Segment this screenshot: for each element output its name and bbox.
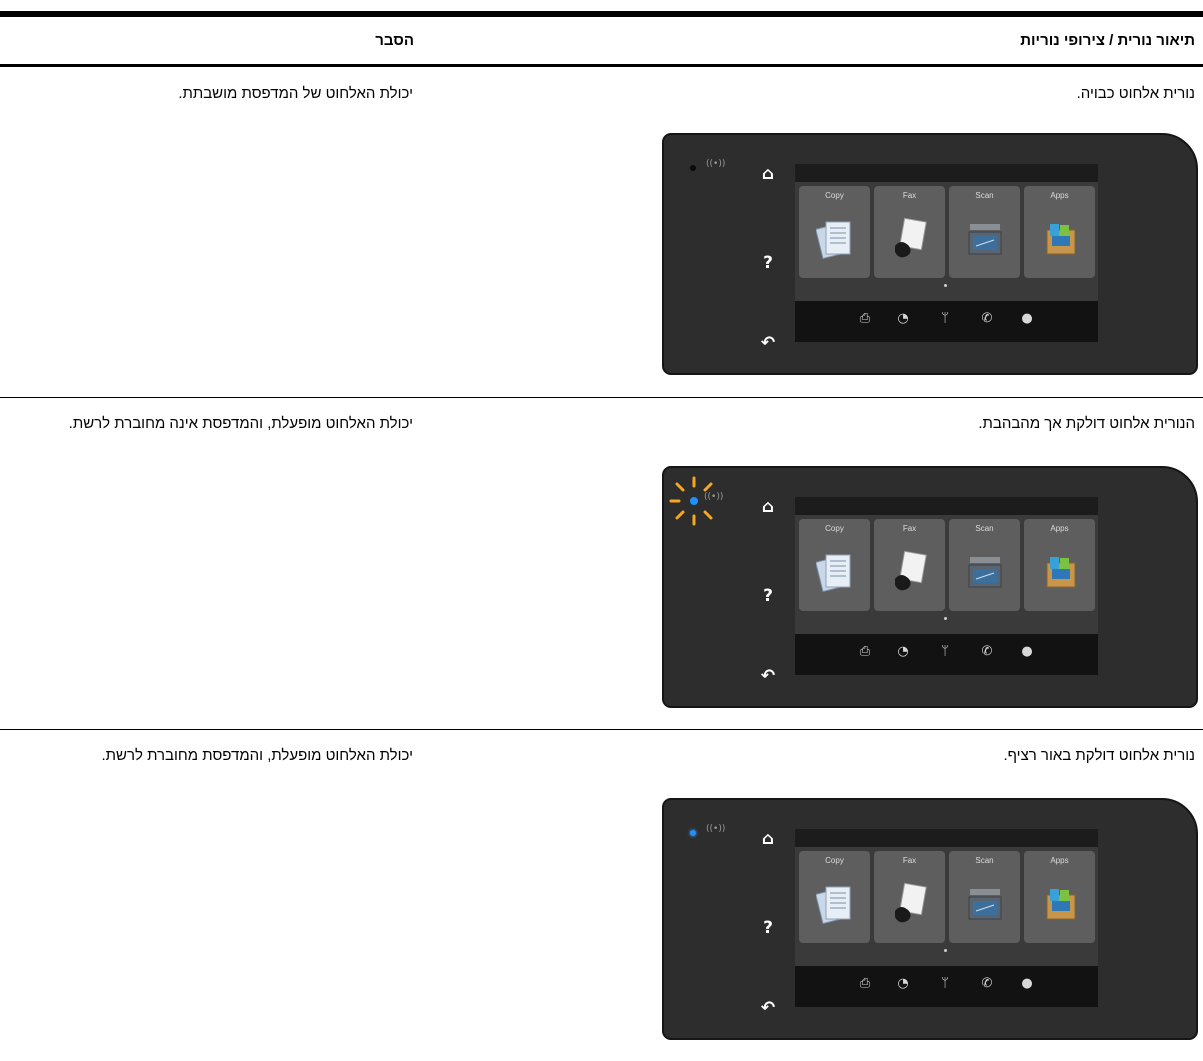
- tile-apps: Apps: [1024, 851, 1095, 943]
- tile-apps: Apps: [1024, 519, 1095, 611]
- tile-apps-label: Apps: [1050, 524, 1069, 533]
- panel-screen: Copy Fax Scan Apps ⎙ ◔ ᛘ ✆ ●: [795, 497, 1098, 675]
- web-services-icon: ◔: [897, 976, 909, 991]
- copy-icon: [816, 554, 851, 593]
- help-icon: ?: [763, 918, 773, 938]
- row-2-description: הנורית אלחוט דולקת אך מהבהבת.: [978, 415, 1195, 432]
- printer-panel-wireless-blinking: ((•)) ⌂ ? ↶ Copy Fax Scan Apps ⎙ ◔ ᛘ ✆ ●: [662, 466, 1198, 708]
- page-indicator: [944, 949, 947, 952]
- printer-panel-wireless-on: ((•)) ⌂ ? ↶ Copy Fax Scan Apps ⎙ ◔ ᛘ ✆ ●: [662, 798, 1198, 1040]
- tile-copy-label: Copy: [825, 524, 844, 533]
- tile-fax: Fax: [874, 519, 945, 611]
- row-3-explanation: יכולת האלחוט מופעלת, והמדפסת מחוברת לרשת…: [101, 747, 414, 764]
- help-icon: ?: [763, 586, 773, 606]
- tile-scan-label: Scan: [975, 856, 994, 865]
- web-services-icon: ◔: [897, 644, 909, 659]
- table-header: תיאור נורית / צירופי נוריות הסבר: [0, 17, 1203, 65]
- scan-icon: [968, 889, 1002, 920]
- back-icon: ↶: [760, 333, 776, 353]
- row-divider-2: [0, 729, 1203, 730]
- tile-fax-label: Fax: [902, 191, 917, 200]
- screen-dashboard: ⎙ ◔ ᛘ ✆ ●: [795, 634, 1098, 675]
- row-2-explanation: יכולת האלחוט מופעלת, והמדפסת אינה מחוברת…: [68, 415, 413, 432]
- phone-icon: ✆: [981, 311, 993, 326]
- ink-drop-icon: ●: [1021, 976, 1033, 991]
- web-services-icon: ◔: [897, 311, 909, 326]
- header-description: תיאור נורית / צירופי נוריות: [1020, 32, 1195, 49]
- header-explanation: הסבר: [375, 32, 414, 49]
- tile-copy: Copy: [799, 851, 870, 943]
- fax-icon: [895, 882, 927, 923]
- tile-scan: Scan: [949, 851, 1020, 943]
- tile-copy: Copy: [799, 186, 870, 278]
- tile-copy-label: Copy: [825, 191, 844, 200]
- back-icon: ↶: [760, 666, 776, 686]
- tile-fax-label: Fax: [902, 524, 917, 533]
- phone-icon: ✆: [981, 976, 993, 991]
- fax-icon: [895, 550, 927, 591]
- screen-dashboard: ⎙ ◔ ᛘ ✆ ●: [795, 966, 1098, 1007]
- row-divider-1: [0, 397, 1203, 398]
- tile-fax-label: Fax: [902, 856, 917, 865]
- tile-scan-label: Scan: [975, 524, 994, 533]
- tile-scan: Scan: [949, 519, 1020, 611]
- apps-icon: [1046, 557, 1076, 588]
- fax-icon: [895, 217, 927, 258]
- tile-fax: Fax: [874, 851, 945, 943]
- page-indicator: [944, 284, 947, 287]
- ink-drop-icon: ●: [1021, 311, 1033, 326]
- screen-status-bar: [795, 829, 1098, 847]
- phone-icon: ✆: [981, 644, 993, 659]
- scan-icon: [968, 224, 1002, 255]
- tile-apps: Apps: [1024, 186, 1095, 278]
- wireless-icon: ((•)): [704, 492, 724, 502]
- screen-dashboard: ⎙ ◔ ᛘ ✆ ●: [795, 301, 1098, 342]
- wireless-icon: ᛘ: [941, 976, 949, 991]
- back-icon: ↶: [760, 998, 776, 1018]
- row-1-description: נורית אלחוט כבויה.: [1076, 85, 1195, 102]
- wireless-led-off: [690, 165, 696, 171]
- scan-icon: [968, 557, 1002, 588]
- wireless-icon: ᛘ: [941, 644, 949, 659]
- help-icon: ?: [763, 253, 773, 273]
- row-1-explanation: יכולת האלחוט של המדפסת מושבתת.: [178, 85, 413, 102]
- screen-status-bar: [795, 164, 1098, 182]
- wireless-icon: ((•)): [706, 159, 726, 169]
- home-icon: ⌂: [761, 829, 775, 849]
- hp-eprint-icon: ⎙: [859, 311, 871, 326]
- tile-scan: Scan: [949, 186, 1020, 278]
- tile-apps-label: Apps: [1050, 856, 1069, 865]
- copy-icon: [816, 221, 851, 260]
- wireless-icon: ᛘ: [941, 311, 949, 326]
- tile-apps-label: Apps: [1050, 191, 1069, 200]
- apps-icon: [1046, 224, 1076, 255]
- wireless-led-on: [690, 830, 696, 836]
- page-indicator: [944, 617, 947, 620]
- home-icon: ⌂: [761, 497, 775, 517]
- header-rule: [0, 64, 1203, 67]
- row-3-description: נורית אלחוט דולקת באור רציף.: [1003, 747, 1195, 764]
- panel-screen: Copy Fax Scan Apps ⎙ ◔ ᛘ ✆ ●: [795, 164, 1098, 342]
- hp-eprint-icon: ⎙: [859, 976, 871, 991]
- wireless-icon: ((•)): [706, 824, 726, 834]
- printer-panel-wireless-off: ((•)) ⌂ ? ↶ Copy Fax Scan Apps ⎙ ◔ ᛘ ✆ ●: [662, 133, 1198, 375]
- tile-copy: Copy: [799, 519, 870, 611]
- panel-screen: Copy Fax Scan Apps ⎙ ◔ ᛘ ✆ ●: [795, 829, 1098, 1007]
- apps-icon: [1046, 889, 1076, 920]
- copy-icon: [816, 886, 851, 925]
- tile-scan-label: Scan: [975, 191, 994, 200]
- tile-copy-label: Copy: [825, 856, 844, 865]
- ink-drop-icon: ●: [1021, 644, 1033, 659]
- home-icon: ⌂: [761, 164, 775, 184]
- wireless-light-table: תיאור נורית / צירופי נוריות הסבר נורית א…: [0, 0, 1203, 1061]
- tile-fax: Fax: [874, 186, 945, 278]
- screen-status-bar: [795, 497, 1098, 515]
- hp-eprint-icon: ⎙: [859, 644, 871, 659]
